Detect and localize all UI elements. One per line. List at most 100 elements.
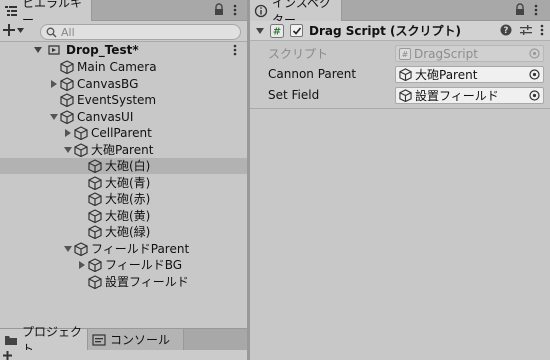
hierarchy-item-label: フィールドParent xyxy=(91,241,190,256)
scene-name: Drop_Test* xyxy=(66,43,139,57)
plus-icon[interactable] xyxy=(3,351,12,360)
script-icon: # xyxy=(399,47,411,60)
foldout-spacer xyxy=(48,59,60,75)
kebab-icon[interactable] xyxy=(233,3,245,17)
component-header[interactable]: # Drag Script (スクリプト) ? xyxy=(250,21,550,41)
inspector-tabbar: インスペクター xyxy=(250,0,550,27)
chevron-down-icon[interactable] xyxy=(256,27,264,34)
hierarchy-tab-tools xyxy=(213,3,245,17)
tab-console[interactable]: コンソール xyxy=(88,329,184,350)
presets-icon[interactable] xyxy=(520,24,532,36)
hierarchy-tabbar: ヒエラルキー xyxy=(0,0,247,27)
console-icon xyxy=(92,333,106,347)
hierarchy-item[interactable]: 大砲Parent xyxy=(0,142,247,158)
unity-scene-icon xyxy=(47,43,63,57)
hierarchy-item[interactable]: CanvasUI xyxy=(0,109,247,125)
field-label-set-field: Set Field xyxy=(268,88,320,102)
kebab-icon[interactable] xyxy=(233,44,237,56)
foldout-spacer xyxy=(76,208,88,224)
object-picker-icon[interactable] xyxy=(525,88,543,103)
search-field[interactable] xyxy=(40,24,241,40)
hierarchy-item[interactable]: フィールドBG xyxy=(0,257,247,273)
svg-text:?: ? xyxy=(504,26,509,36)
hierarchy-item-label: 大砲(緑) xyxy=(105,225,151,239)
search-input[interactable] xyxy=(61,25,231,39)
hierarchy-item[interactable]: フィールドParent xyxy=(0,241,247,257)
field-row-script: スクリプト # DragScript xyxy=(250,44,550,62)
hierarchy-item[interactable]: 大砲(白) xyxy=(0,158,247,174)
hierarchy-item[interactable]: Main Camera xyxy=(0,59,247,75)
gameobject-cube-icon xyxy=(60,109,74,124)
hierarchy-item-label: 大砲Parent xyxy=(91,142,154,157)
gameobject-cube-icon xyxy=(60,93,74,107)
bottom-tabbar: プロジェクト コンソール xyxy=(0,325,247,356)
component-tools: ? xyxy=(500,24,544,36)
hierarchy-item[interactable]: CanvasBG xyxy=(0,76,247,92)
chevron-down-icon[interactable] xyxy=(62,241,74,257)
script-icon: # xyxy=(270,23,284,38)
hierarchy-item[interactable]: 大砲(黄) xyxy=(0,208,247,224)
chevron-down-icon xyxy=(17,27,24,33)
hierarchy-item[interactable]: CellParent xyxy=(0,125,247,141)
chevron-right-icon[interactable] xyxy=(48,76,60,92)
help-icon[interactable]: ? xyxy=(500,24,512,36)
component-enabled-checkbox[interactable] xyxy=(290,24,303,37)
lock-icon[interactable] xyxy=(213,3,225,17)
plus-icon xyxy=(3,24,15,36)
field-label-script: スクリプト xyxy=(268,46,329,61)
cannon-parent-value: 大砲Parent xyxy=(415,68,478,82)
hierarchy-item-label: CanvasUI xyxy=(77,109,134,124)
object-picker-icon[interactable] xyxy=(525,67,543,82)
hierarchy-item-label: 大砲(青) xyxy=(105,175,151,190)
kebab-icon[interactable] xyxy=(534,3,546,17)
gameobject-cube-icon xyxy=(88,208,102,223)
search-icon xyxy=(46,27,57,38)
hierarchy-toolbar xyxy=(0,21,247,42)
chevron-down-icon[interactable] xyxy=(48,109,60,125)
hierarchy-item-label: CellParent xyxy=(91,126,152,140)
gameobject-cube-icon xyxy=(88,274,102,289)
foldout-spacer xyxy=(76,175,88,191)
cannon-parent-field[interactable]: 大砲Parent xyxy=(395,66,544,83)
gameobject-cube-icon xyxy=(88,258,102,272)
hierarchy-item-label: 大砲(赤) xyxy=(105,192,151,206)
hierarchy-item[interactable]: 設置フィールド xyxy=(0,274,247,290)
hierarchy-item-label: 大砲(白) xyxy=(105,159,151,173)
hierarchy-icon xyxy=(4,4,18,18)
foldout-spacer xyxy=(76,224,88,240)
field-row-cannon-parent: Cannon Parent 大砲Parent xyxy=(250,65,550,83)
gameobject-cube-icon xyxy=(88,175,102,190)
chevron-right-icon[interactable] xyxy=(76,257,88,273)
inspector-divider xyxy=(250,108,550,109)
gameobject-cube-icon xyxy=(399,89,412,102)
tab-hierarchy[interactable]: ヒエラルキー xyxy=(0,0,92,27)
create-button[interactable] xyxy=(3,24,24,36)
tab-project[interactable]: プロジェクト xyxy=(0,325,88,356)
hierarchy-item[interactable]: 大砲(青) xyxy=(0,175,247,191)
script-field-value: DragScript xyxy=(414,46,478,61)
gameobject-cube-icon xyxy=(74,142,88,157)
scene-row[interactable]: Drop_Test* xyxy=(0,42,247,58)
chevron-right-icon[interactable] xyxy=(62,125,74,141)
hierarchy-item-label: 設置フィールド xyxy=(105,274,189,289)
hierarchy-item[interactable]: 大砲(赤) xyxy=(0,191,247,207)
hierarchy-item[interactable]: 大砲(緑) xyxy=(0,224,247,240)
kebab-icon[interactable] xyxy=(540,24,544,36)
component-title: Drag Script (スクリプト) xyxy=(309,24,462,38)
set-field-field[interactable]: 設置フィールド xyxy=(395,87,544,104)
tab-inspector[interactable]: インスペクター xyxy=(250,0,342,27)
gameobject-cube-icon xyxy=(74,126,88,140)
chevron-down-icon[interactable] xyxy=(32,42,44,58)
hierarchy-item[interactable]: EventSystem xyxy=(0,92,247,108)
lock-icon[interactable] xyxy=(514,3,526,17)
gameobject-cube-icon xyxy=(88,192,102,206)
script-field: # DragScript xyxy=(395,45,544,62)
svg-text:#: # xyxy=(402,50,409,59)
tab-console-label: コンソール xyxy=(110,333,171,347)
foldout-spacer xyxy=(76,191,88,207)
gameobject-cube-icon xyxy=(88,159,102,173)
field-label-cannon-parent: Cannon Parent xyxy=(268,67,357,81)
gameobject-cube-icon xyxy=(399,68,412,81)
inspector-icon xyxy=(254,4,268,18)
chevron-down-icon[interactable] xyxy=(62,142,74,158)
